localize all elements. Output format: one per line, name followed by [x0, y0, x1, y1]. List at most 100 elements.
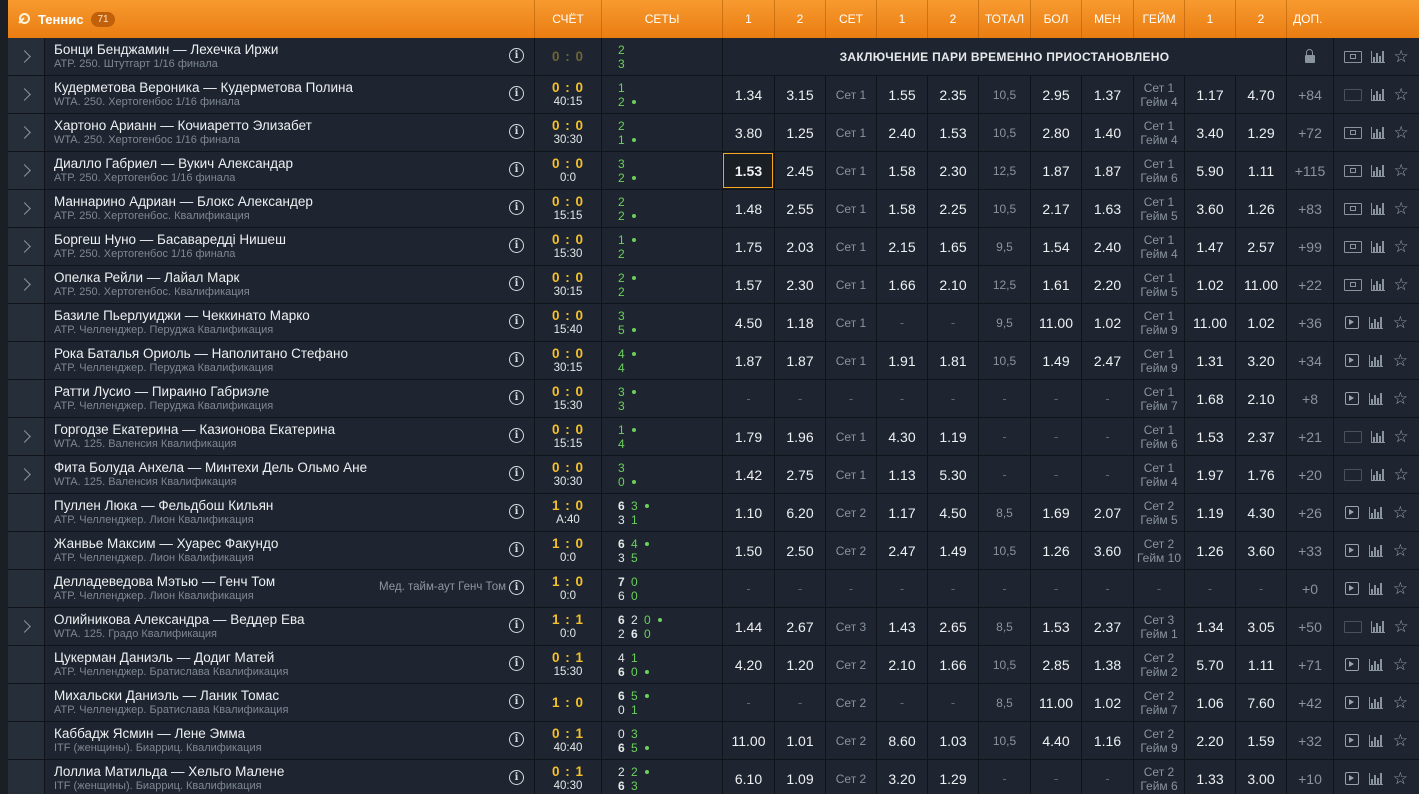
table-row[interactable]: Кудерметова Вероника — Кудерметова Полин…	[8, 76, 1419, 114]
match-name[interactable]: Боргеш Нуно — Басавареддi Нишеш	[54, 232, 286, 248]
odd-set2[interactable]: 2.30	[927, 152, 978, 189]
more-markets[interactable]: +26	[1286, 494, 1333, 531]
match-name[interactable]: Пуллен Люка — Фельдбош Кильян	[54, 498, 273, 514]
odd-set2[interactable]: 1.81	[927, 342, 978, 379]
odd-over[interactable]: 1.26	[1030, 532, 1081, 569]
odd-set1[interactable]: 3.20	[876, 760, 927, 794]
odd-win2[interactable]: 3.15	[774, 76, 825, 113]
table-row[interactable]: Жанвье Максим — Хуарес Факундо ATP. Челле…	[8, 532, 1419, 570]
match-name[interactable]: Делладеведова Мэтью — Генч Том	[54, 574, 275, 590]
favorite-star-icon[interactable]: ☆	[1393, 542, 1408, 559]
odd-under[interactable]: 1.87	[1081, 152, 1133, 189]
tv-broadcast-icon[interactable]	[1344, 468, 1363, 481]
table-row[interactable]: Горгодзе Екатерина — Казионова Екатерина…	[8, 418, 1419, 456]
table-row[interactable]: Базиле Пьерлуиджи — Чеккинато Марко ATP. …	[8, 304, 1419, 342]
odd-set1[interactable]: 8.60	[876, 722, 927, 759]
more-markets[interactable]: +83	[1286, 190, 1333, 227]
odd-game2[interactable]: 4.30	[1235, 494, 1286, 531]
odd-win2[interactable]: 2.30	[774, 266, 825, 303]
match-cell[interactable]: Жанвье Максим — Хуарес Факундо ATP. Челле…	[44, 532, 534, 569]
more-markets[interactable]: +20	[1286, 456, 1333, 493]
odd-win2[interactable]: 1.18	[774, 304, 825, 341]
table-row[interactable]: Опелка Рейли — Лайал Марк ATP. 250. Херто…	[8, 266, 1419, 304]
odd-win1[interactable]: 1.87	[722, 342, 774, 379]
play-video-icon[interactable]	[1344, 392, 1359, 405]
info-icon[interactable]: i	[509, 390, 524, 405]
match-cell[interactable]: Горгодзе Екатерина — Казионова Екатерина…	[44, 418, 534, 455]
odd-set1[interactable]: 1.13	[876, 456, 927, 493]
play-video-icon[interactable]	[1344, 658, 1359, 671]
odd-over[interactable]: 11.00	[1030, 304, 1081, 341]
more-markets[interactable]: +71	[1286, 646, 1333, 683]
match-cell[interactable]: Маннарино Адриан — Блокс Александер ATP. …	[44, 190, 534, 227]
match-name[interactable]: Фита Болуда Анхела — Минтехи Дель Ольмо …	[54, 460, 367, 476]
more-markets[interactable]: +42	[1286, 684, 1333, 721]
more-markets[interactable]: +33	[1286, 532, 1333, 569]
match-cell[interactable]: Фита Болуда Анхела — Минтехи Дель Ольмо …	[44, 456, 534, 493]
odd-set1[interactable]: 1.66	[876, 266, 927, 303]
odd-win2[interactable]: 6.20	[774, 494, 825, 531]
expand-chevron-icon[interactable]	[8, 266, 44, 303]
match-cell[interactable]: Опелка Рейли — Лайал Марк ATP. 250. Херто…	[44, 266, 534, 303]
table-row[interactable]: Делладеведова Мэтью — Генч Том ATP. Челле…	[8, 570, 1419, 608]
odd-win1[interactable]: 6.10	[722, 760, 774, 794]
tv-broadcast-icon[interactable]	[1344, 240, 1363, 253]
odd-win1[interactable]: 1.34	[722, 76, 774, 113]
odd-over[interactable]: 1.87	[1030, 152, 1081, 189]
statistics-icon[interactable]	[1370, 620, 1385, 633]
table-row[interactable]: Каббадж Ясмин — Лене Эмма ITF (женщины). …	[8, 722, 1419, 760]
match-name[interactable]: Жанвье Максим — Хуарес Факундо	[54, 536, 278, 552]
statistics-icon[interactable]	[1368, 772, 1383, 785]
statistics-icon[interactable]	[1370, 202, 1385, 215]
table-row[interactable]: Олийникова Александра — Веддер Ева WTA. 1…	[8, 608, 1419, 646]
odd-over[interactable]: 2.95	[1030, 76, 1081, 113]
info-icon[interactable]: i	[509, 200, 524, 215]
odd-under[interactable]: 2.47	[1081, 342, 1133, 379]
favorite-star-icon[interactable]: ☆	[1393, 694, 1408, 711]
info-icon[interactable]: i	[509, 86, 524, 101]
info-icon[interactable]: i	[509, 48, 524, 63]
odd-win2[interactable]: 1.01	[774, 722, 825, 759]
info-icon[interactable]: i	[509, 656, 524, 671]
odd-set1[interactable]: 2.40	[876, 114, 927, 151]
odd-game2[interactable]: 1.11	[1235, 646, 1286, 683]
expand-chevron-icon[interactable]	[8, 38, 44, 75]
match-name[interactable]: Хартоно Арианн — Кочиаретто Элизабет	[54, 118, 312, 134]
expand-chevron-icon[interactable]	[8, 76, 44, 113]
odd-game2[interactable]: 1.02	[1235, 304, 1286, 341]
odd-win2[interactable]: 1.20	[774, 646, 825, 683]
odd-game1[interactable]: 1.97	[1184, 456, 1235, 493]
favorite-star-icon[interactable]: ☆	[1393, 504, 1408, 521]
odd-game2[interactable]: 7.60	[1235, 684, 1286, 721]
odd-game1[interactable]: 1.26	[1184, 532, 1235, 569]
odd-win1[interactable]: 1.42	[722, 456, 774, 493]
info-icon[interactable]: i	[509, 694, 524, 709]
match-name[interactable]: Базиле Пьерлуиджи — Чеккинато Марко	[54, 308, 310, 324]
odd-game2[interactable]: 1.29	[1235, 114, 1286, 151]
statistics-icon[interactable]	[1370, 126, 1385, 139]
odd-game2[interactable]: 3.00	[1235, 760, 1286, 794]
odd-set1[interactable]: 1.91	[876, 342, 927, 379]
statistics-icon[interactable]	[1368, 544, 1383, 557]
odd-set1[interactable]: 2.47	[876, 532, 927, 569]
odd-over[interactable]: 1.61	[1030, 266, 1081, 303]
odd-over[interactable]: 2.17	[1030, 190, 1081, 227]
odd-set2[interactable]: 1.66	[927, 646, 978, 683]
more-markets[interactable]: +84	[1286, 76, 1333, 113]
statistics-icon[interactable]	[1370, 164, 1385, 177]
odd-game1[interactable]: 1.47	[1184, 228, 1235, 265]
odd-over[interactable]: 2.85	[1030, 646, 1081, 683]
match-cell[interactable]: Базиле Пьерлуиджи — Чеккинато Марко ATP. …	[44, 304, 534, 341]
info-icon[interactable]: i	[509, 732, 524, 747]
odd-win1[interactable]: 1.75	[722, 228, 774, 265]
odd-game2[interactable]: 1.11	[1235, 152, 1286, 189]
tv-broadcast-icon[interactable]	[1344, 202, 1363, 215]
statistics-icon[interactable]	[1370, 240, 1385, 253]
match-name[interactable]: Цукерман Даниэль — Додиг Матей	[54, 650, 288, 666]
odd-game1[interactable]: 1.31	[1184, 342, 1235, 379]
odd-set2[interactable]: 1.19	[927, 418, 978, 455]
odd-win2[interactable]: 1.25	[774, 114, 825, 151]
favorite-star-icon[interactable]: ☆	[1393, 466, 1408, 483]
odd-game2[interactable]: 1.76	[1235, 456, 1286, 493]
odd-win1[interactable]: 1.57	[722, 266, 774, 303]
